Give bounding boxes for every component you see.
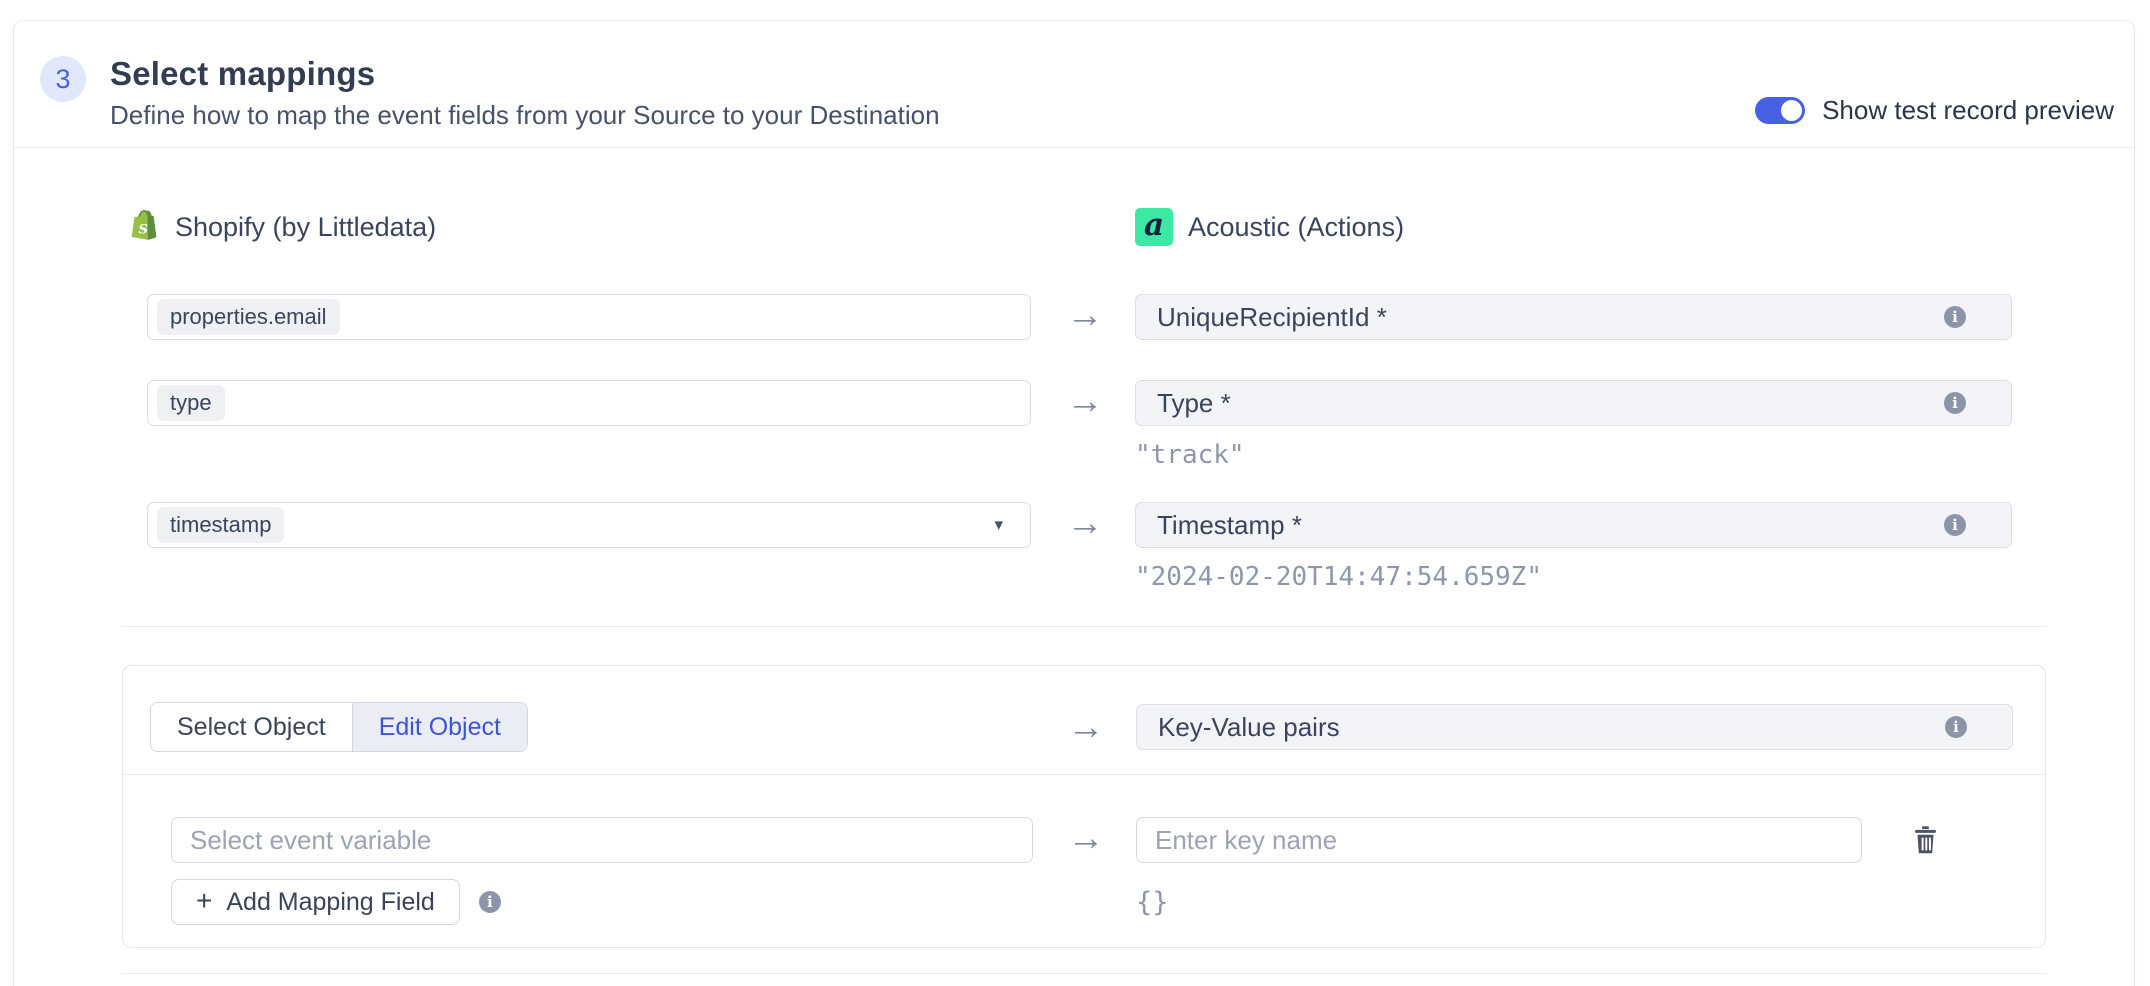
header-text: Select mappings Define how to map the ev…: [110, 54, 940, 130]
test-record-preview-value: "track": [1135, 442, 2048, 468]
arrow-right-icon: →: [1035, 294, 1135, 336]
source-field-token[interactable]: properties.email: [157, 299, 340, 335]
toggle-label: Show test record preview: [1822, 95, 2114, 126]
destination-field-label: Timestamp *: [1157, 510, 1944, 541]
acoustic-logo-icon: a: [1135, 208, 1173, 246]
source-field-token[interactable]: type: [157, 385, 225, 421]
plus-icon: +: [196, 887, 212, 915]
object-actions-row: + Add Mapping Field i {}: [123, 879, 2045, 925]
divider: [123, 774, 2045, 775]
destination-field-label: Type *: [1157, 388, 1944, 419]
info-icon[interactable]: i: [1944, 514, 1966, 536]
tab-select-object[interactable]: Select Object: [151, 703, 352, 751]
tab-edit-object[interactable]: Edit Object: [352, 703, 527, 751]
destination-partner: a Acoustic (Actions): [1135, 208, 2048, 246]
destination-field: UniqueRecipientId * i: [1135, 294, 2012, 340]
info-icon[interactable]: i: [1944, 306, 1966, 328]
mappings-content: S Shopify (by Littledata) a Acoustic (Ac…: [14, 148, 2134, 974]
select-event-variable-input[interactable]: [171, 817, 1033, 863]
source-field-input[interactable]: type: [147, 380, 1031, 426]
select-mappings-page: 3 Select mappings Define how to map the …: [0, 0, 2150, 986]
add-mapping-field-label: Add Mapping Field: [226, 888, 434, 917]
object-mode-segmented-control: Select Object Edit Object: [150, 702, 528, 752]
source-field-input[interactable]: properties.email: [147, 294, 1031, 340]
page-title: Select mappings: [110, 54, 940, 94]
step-number-badge: 3: [40, 56, 86, 102]
source-field-token[interactable]: timestamp: [157, 507, 284, 543]
svg-text:S: S: [138, 221, 148, 237]
toggle-knob: [1781, 100, 1802, 121]
page-subtitle: Define how to map the event fields from …: [110, 100, 940, 130]
test-record-toggle-group: Show test record preview: [1755, 95, 2114, 126]
trash-icon: [1912, 825, 1939, 855]
partner-headers: S Shopify (by Littledata) a Acoustic (Ac…: [122, 208, 2046, 246]
card-header: 3 Select mappings Define how to map the …: [14, 21, 2134, 148]
delete-row-button[interactable]: [1912, 825, 1939, 855]
destination-field: Type * i: [1135, 380, 2012, 426]
divider: [122, 626, 2046, 627]
show-test-record-toggle[interactable]: [1755, 97, 1805, 124]
key-name-input[interactable]: [1136, 817, 1862, 863]
arrow-right-icon: →: [1035, 502, 1135, 544]
mapping-row: timestamp ▾ → Timestamp * i "2024-02-20T…: [122, 502, 2046, 590]
destination-field: Key-Value pairs i: [1136, 704, 2013, 750]
source-field-input[interactable]: timestamp ▾: [147, 502, 1031, 548]
source-partner-name: Shopify (by Littledata): [175, 212, 436, 243]
chevron-down-icon[interactable]: ▾: [994, 515, 1003, 535]
mappings-card: 3 Select mappings Define how to map the …: [13, 20, 2135, 986]
arrow-right-icon: →: [1035, 380, 1135, 422]
test-record-preview-value: "2024-02-20T14:47:54.659Z": [1135, 564, 2048, 590]
add-mapping-field-button[interactable]: + Add Mapping Field: [171, 879, 460, 925]
mapping-row: type → Type * i "track": [122, 380, 2046, 468]
info-icon[interactable]: i: [1944, 392, 1966, 414]
divider: [122, 973, 2046, 974]
shopify-icon: S: [127, 209, 160, 246]
arrow-right-icon: →: [1036, 817, 1136, 859]
destination-field-label: Key-Value pairs: [1158, 712, 1945, 743]
object-mapping-card: Select Object Edit Object → Key-Value pa…: [122, 665, 2046, 948]
object-header-row: Select Object Edit Object → Key-Value pa…: [123, 702, 2045, 752]
key-value-row: →: [123, 817, 2045, 863]
mapping-row: properties.email → UniqueRecipientId * i: [122, 294, 2046, 340]
source-partner: S Shopify (by Littledata): [127, 208, 1035, 246]
info-icon[interactable]: i: [479, 891, 501, 913]
destination-field-label: UniqueRecipientId *: [1157, 302, 1944, 333]
info-icon[interactable]: i: [1945, 716, 1967, 738]
destination-partner-name: Acoustic (Actions): [1188, 212, 1404, 243]
object-preview-value: {}: [1136, 887, 1169, 918]
arrow-right-icon: →: [1036, 706, 1136, 748]
destination-field: Timestamp * i: [1135, 502, 2012, 548]
